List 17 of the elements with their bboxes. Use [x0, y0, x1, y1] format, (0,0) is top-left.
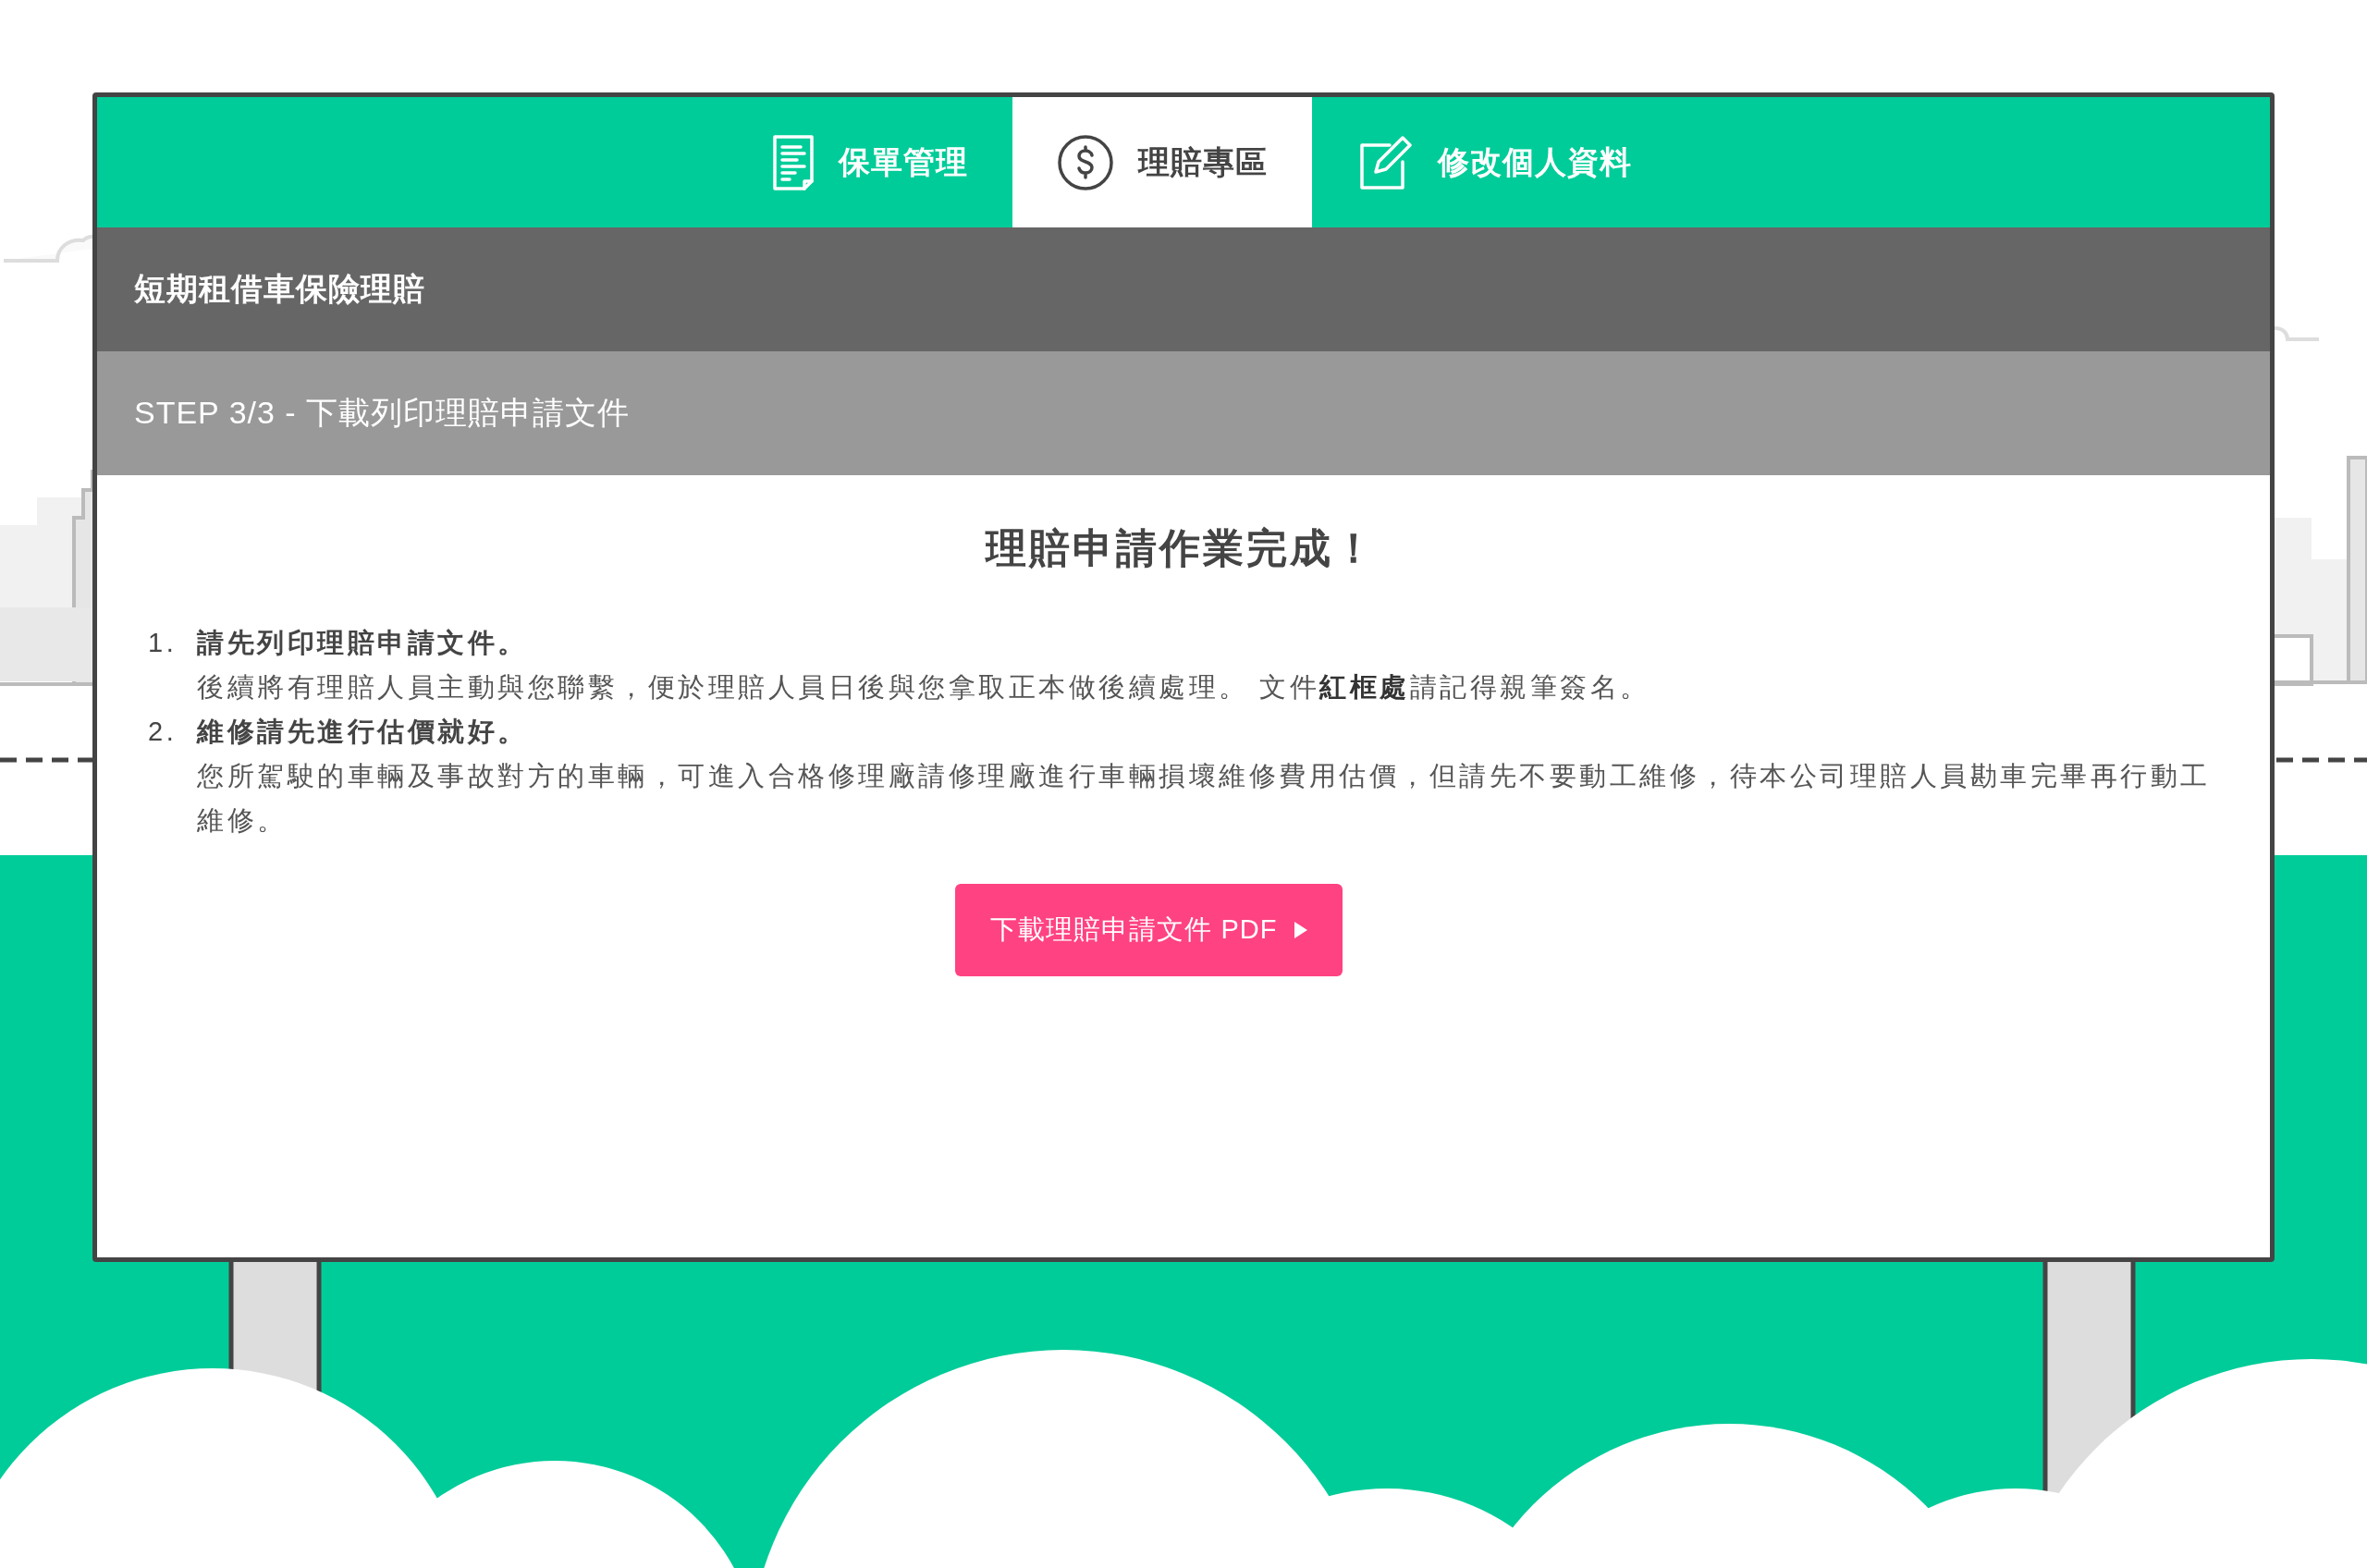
step-heading: 維修請先進行估價就好。	[197, 716, 529, 748]
download-pdf-button[interactable]: 下載理賠申請文件 PDF	[955, 884, 1343, 976]
nav-tab[interactable]: 保單管理	[728, 97, 1012, 227]
nav-tab[interactable]: 理賠專區	[1012, 97, 1312, 227]
step-title: STEP 3/3 - 下載列印理賠申請文件	[97, 351, 2270, 475]
list-number: 2.	[148, 716, 178, 748]
play-icon	[1294, 922, 1307, 938]
step-description: 您所駕駛的車輛及事故對方的車輛，可進入合格修理廠請修理廠進行車輛損壞維修費用估價，但請先不要動工維修，待本公司理賠人員勘車完畢再行動工維修。	[197, 760, 2212, 837]
list-number: 1.	[148, 627, 178, 659]
dollar-icon	[1057, 133, 1114, 191]
step-description: 後續將有理賠人員主動與您聯繫，便於理賠人員日後與您拿取正本做後續處理。 文件紅框處請記得親筆簽名。	[197, 671, 1651, 704]
document-icon	[772, 133, 815, 191]
nav-tab[interactable]: 修改個人資料	[1312, 97, 1676, 227]
page-title: 短期租借車保險理賠	[97, 227, 2270, 351]
step-heading: 請先列印理賠申請文件。	[197, 627, 529, 659]
cloud-icon	[2274, 326, 2319, 341]
completion-heading: 理賠申請作業完成！	[984, 524, 1378, 572]
